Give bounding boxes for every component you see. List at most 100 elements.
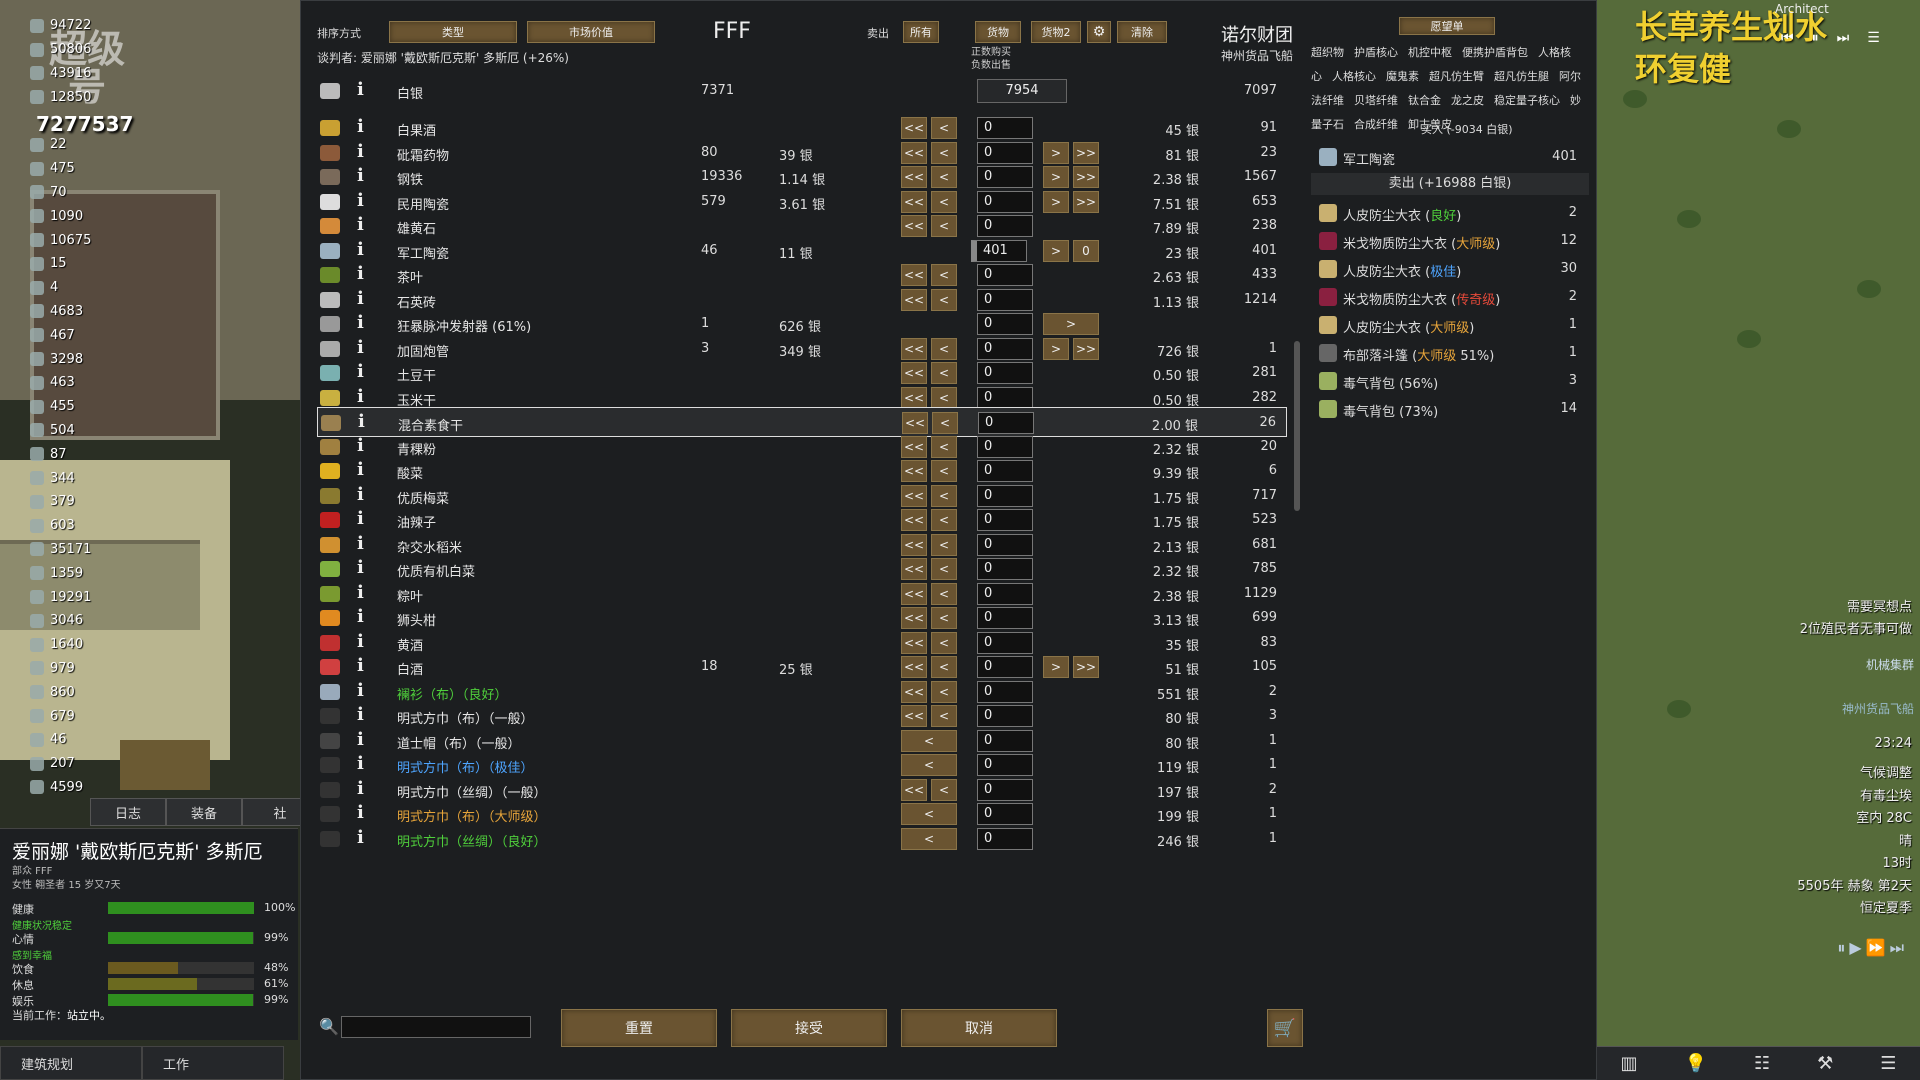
resource-row[interactable]: 3298: [0, 347, 150, 371]
tab-gear[interactable]: 装备: [166, 798, 242, 826]
buy-all-button[interactable]: <<: [901, 680, 927, 703]
cancel-button[interactable]: 取消: [901, 1009, 1057, 1047]
sell-item[interactable]: 毒气背包 (73%) 14: [1311, 395, 1591, 423]
need-3[interactable]: 休息 61%: [12, 977, 294, 992]
sell-item[interactable]: 米戈物质防尘大衣 (大师级) 12: [1311, 227, 1591, 255]
buy-one-button[interactable]: <: [931, 460, 957, 482]
sell-zero-button[interactable]: 0: [1073, 239, 1099, 262]
resource-row[interactable]: 475: [0, 157, 150, 181]
quantity-input[interactable]: 0: [977, 288, 1033, 311]
resource-row[interactable]: 87: [0, 442, 150, 466]
info-icon[interactable]: i: [357, 802, 371, 826]
buy-all-button[interactable]: <<: [901, 705, 927, 727]
resource-row[interactable]: 19291: [0, 585, 150, 609]
buy-all-button[interactable]: <<: [901, 264, 927, 286]
need-0[interactable]: 健康 100%: [12, 901, 295, 916]
info-icon[interactable]: i: [357, 655, 371, 679]
list-icon[interactable]: ☰: [1880, 1053, 1896, 1074]
buy-all-button[interactable]: <<: [901, 460, 927, 482]
quantity-input[interactable]: 0: [977, 778, 1033, 801]
wishlist-button[interactable]: 愿望单: [1399, 17, 1495, 35]
resource-row[interactable]: 860: [0, 680, 150, 704]
trade-row[interactable]: i 明式方巾（丝绸）（良好） <0 246 银 1: [317, 824, 1287, 854]
sort-type-button[interactable]: 类型: [389, 21, 517, 43]
sell-one-button[interactable]: >: [1043, 239, 1069, 262]
buy-all-button[interactable]: <<: [901, 362, 927, 384]
buy-one-button[interactable]: <: [901, 754, 957, 776]
sell-item[interactable]: 布部落斗篷 (大师级 51%) 1: [1311, 339, 1591, 367]
quantity-input[interactable]: 0: [977, 362, 1033, 384]
info-icon[interactable]: i: [357, 263, 371, 287]
buy-all-button[interactable]: <<: [901, 607, 927, 629]
buy-all-button[interactable]: <<: [901, 509, 927, 531]
buy-all-button[interactable]: <<: [901, 288, 927, 311]
info-icon[interactable]: i: [357, 508, 371, 532]
info-icon[interactable]: i: [357, 141, 371, 165]
buy-all-button[interactable]: <<: [901, 631, 927, 654]
info-icon[interactable]: i: [357, 312, 371, 336]
buy-one-button[interactable]: <: [931, 117, 957, 139]
wishlist-tag[interactable]: 人格核心: [1332, 70, 1376, 83]
quantity-input[interactable]: 0: [977, 582, 1033, 605]
resource-row[interactable]: 43916: [0, 62, 150, 86]
assign-icon[interactable]: ☷: [1754, 1053, 1770, 1074]
buy-all-button[interactable]: <<: [901, 215, 927, 237]
wishlist-tag[interactable]: 超凡仿生腿: [1494, 70, 1549, 83]
quantity-input[interactable]: 0: [977, 141, 1033, 164]
resource-row[interactable]: 4: [0, 276, 150, 300]
alert-meditation[interactable]: 需要冥想点: [1847, 596, 1912, 615]
buy-one-button[interactable]: <: [931, 215, 957, 237]
info-icon[interactable]: i: [357, 778, 371, 802]
info-icon[interactable]: i: [357, 631, 371, 655]
info-icon[interactable]: i: [357, 753, 371, 777]
buy-one-button[interactable]: <: [931, 190, 957, 213]
buy-one-button[interactable]: <: [931, 680, 957, 703]
filter-all-button[interactable]: 所有: [903, 21, 939, 43]
research-icon[interactable]: 💡: [1685, 1053, 1707, 1074]
sell-item[interactable]: 人皮防尘大衣 (大师级) 1: [1311, 311, 1591, 339]
info-icon[interactable]: i: [357, 827, 371, 851]
resource-row[interactable]: 35171: [0, 538, 150, 562]
sell-one-button[interactable]: >: [1043, 656, 1069, 678]
resource-row[interactable]: 94722: [0, 14, 150, 38]
cart-icon[interactable]: 🛒: [1267, 1009, 1303, 1047]
resource-row[interactable]: 12850: [0, 85, 150, 109]
quantity-input[interactable]: 0: [977, 337, 1033, 360]
resource-row[interactable]: 679: [0, 704, 150, 728]
sell-all-button[interactable]: >>: [1073, 656, 1099, 678]
info-icon[interactable]: i: [357, 190, 371, 214]
info-icon[interactable]: i: [357, 557, 371, 581]
sell-item[interactable]: 人皮防尘大衣 (极佳) 30: [1311, 255, 1591, 283]
gear-icon[interactable]: ⚙: [1087, 21, 1111, 43]
buy-one-button[interactable]: <: [931, 705, 957, 727]
info-icon[interactable]: i: [357, 606, 371, 630]
quantity-input[interactable]: 0: [977, 166, 1033, 188]
info-icon[interactable]: i: [357, 680, 371, 704]
buy-one-button[interactable]: <: [931, 166, 957, 188]
info-icon[interactable]: i: [357, 288, 371, 312]
alert-mech-cluster[interactable]: 机械集群: [1866, 656, 1914, 673]
alert-idle-colonists[interactable]: 2位殖民者无事可做: [1800, 618, 1912, 637]
wishlist-tag[interactable]: 稳定量子核心: [1494, 94, 1560, 107]
quantity-input[interactable]: 0: [977, 558, 1033, 580]
resource-row[interactable]: 3046: [0, 609, 150, 633]
quantity-input[interactable]: 0: [977, 117, 1033, 139]
quantity-input[interactable]: 0: [977, 754, 1033, 776]
resource-row[interactable]: 603: [0, 514, 150, 538]
menu-icon[interactable]: ▥: [1621, 1053, 1638, 1074]
quantity-input[interactable]: 0: [977, 705, 1033, 727]
resource-row[interactable]: 15: [0, 252, 150, 276]
wishlist-tag[interactable]: 合成纤维: [1354, 118, 1398, 131]
buy-all-button[interactable]: <<: [901, 386, 927, 409]
buy-all-button[interactable]: <<: [901, 190, 927, 213]
buy-one-button[interactable]: <: [931, 264, 957, 286]
quantity-input[interactable]: 401: [971, 239, 1027, 262]
sell-one-button[interactable]: >: [1043, 166, 1069, 188]
sell-all-button[interactable]: >>: [1073, 190, 1099, 213]
info-icon[interactable]: i: [357, 337, 371, 361]
info-icon[interactable]: i: [357, 435, 371, 459]
sell-one-button[interactable]: >: [1043, 337, 1069, 360]
buy-one-button[interactable]: <: [931, 484, 957, 507]
resource-row[interactable]: 979: [0, 657, 150, 681]
sell-all-button[interactable]: >>: [1073, 337, 1099, 360]
